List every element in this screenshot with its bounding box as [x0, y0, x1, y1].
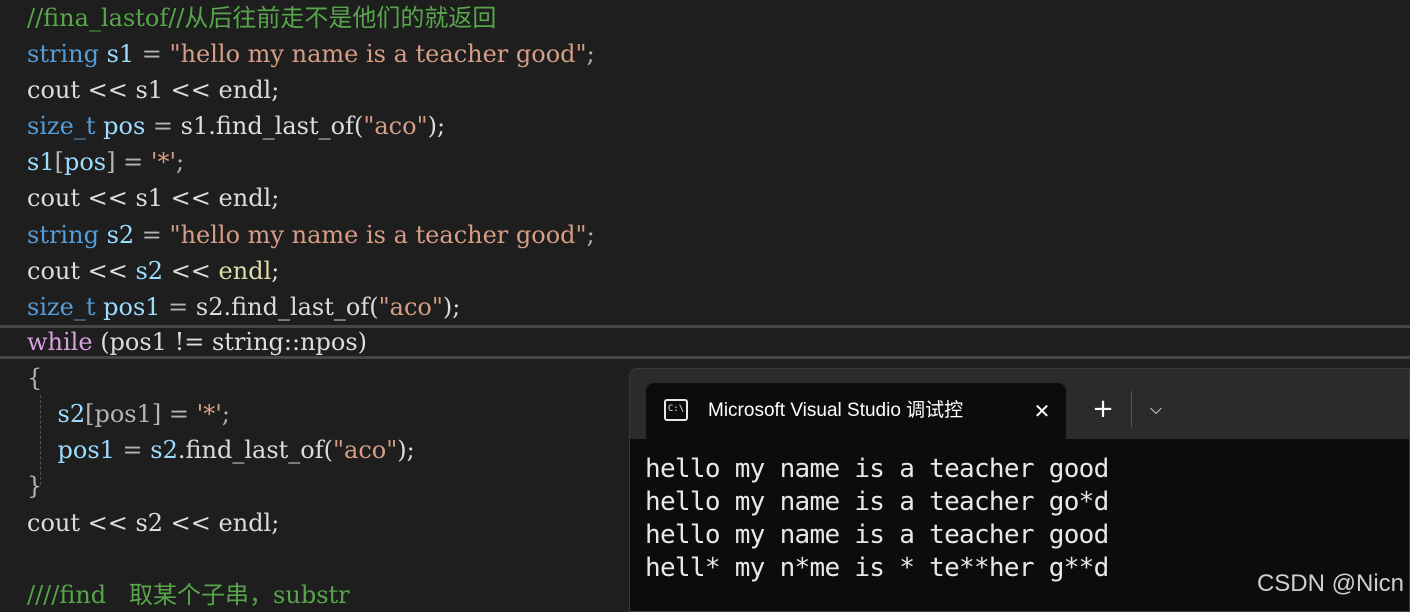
code-token: ); — [442, 293, 461, 321]
code-token: ; — [221, 400, 230, 428]
terminal-tab[interactable]: C:\ Microsoft Visual Studio 调试控 ✕ — [646, 383, 1066, 439]
terminal-output-line: hello my name is a teacher good — [645, 520, 1109, 550]
terminal-output-line: hello my name is a teacher good — [645, 454, 1109, 484]
code-token: .find_last_of( — [177, 436, 333, 464]
code-token: = — [134, 40, 170, 68]
code-token: //fina_lastof//从后往前走不是他们的就返回 — [27, 4, 497, 32]
code-token: s2 — [150, 436, 178, 464]
code-token: ; — [586, 40, 595, 68]
code-token: ); — [427, 112, 446, 140]
code-token: s2 — [106, 221, 135, 249]
code-token: s2 — [135, 257, 164, 285]
code-token: while — [27, 328, 93, 356]
code-token: cout << s2 << endl; — [27, 509, 280, 537]
code-line[interactable]: { — [27, 360, 42, 396]
code-line[interactable]: s2[pos1] = '*'; — [27, 396, 230, 432]
code-line[interactable]: cout << s1 << endl; — [27, 72, 279, 108]
terminal-icon: C:\ — [664, 399, 688, 421]
code-token: s1 — [106, 40, 135, 68]
code-token: = — [160, 293, 196, 321]
code-token: } — [27, 472, 43, 500]
code-token: ); — [397, 436, 415, 464]
code-token: "hello my name is a teacher good" — [169, 40, 587, 68]
code-token: = — [114, 436, 151, 464]
code-token: cout << s1 << endl; — [27, 184, 280, 212]
code-token: pos1 — [57, 436, 115, 464]
code-line[interactable]: size_t pos1 = s2.find_last_of("aco"); — [27, 289, 460, 325]
code-token: ; — [271, 257, 280, 285]
code-line[interactable]: s1[pos] = '*'; — [27, 144, 184, 180]
terminal-output-line: hell* my n*me is * te**her g**d — [645, 553, 1109, 583]
close-icon[interactable]: ✕ — [1028, 397, 1056, 425]
code-token: s2 — [57, 400, 86, 428]
code-token: s1.find_last_of( — [180, 112, 364, 140]
code-token: cout << s1 << endl; — [27, 76, 280, 104]
code-line[interactable]: string s2 = "hello my name is a teacher … — [27, 217, 595, 253]
code-line[interactable]: //fina_lastof//从后往前走不是他们的就返回 — [27, 0, 496, 36]
code-token: pos — [63, 148, 107, 176]
code-token: ; — [176, 148, 185, 176]
code-token: "aco" — [363, 112, 428, 140]
terminal-tab-title: Microsoft Visual Studio 调试控 — [708, 400, 964, 421]
code-line[interactable]: size_t pos = s1.find_last_of("aco"); — [27, 108, 445, 144]
code-line[interactable]: cout << s2 << endl; — [27, 253, 279, 289]
code-token: string — [27, 40, 99, 68]
code-line[interactable]: pos1 = s2.find_last_of("aco"); — [27, 432, 415, 468]
code-token: ; — [586, 221, 595, 249]
code-token: "aco" — [378, 293, 443, 321]
code-token: '*' — [150, 148, 177, 176]
code-line[interactable]: string s1 = "hello my name is a teacher … — [27, 36, 595, 72]
code-token: ] = — [106, 148, 151, 176]
code-token: size_t — [27, 112, 96, 140]
code-token: [pos1] = — [85, 400, 197, 428]
code-token: s1 — [27, 148, 55, 176]
code-token: (pos1 != string::npos) — [92, 328, 368, 356]
code-token: pos1 — [103, 293, 161, 321]
code-token: [ — [54, 148, 64, 176]
code-line[interactable]: } — [27, 468, 42, 504]
code-line[interactable]: cout << s1 << endl; — [27, 180, 279, 216]
code-token: cout << — [27, 257, 136, 285]
terminal-tab-bar: C:\ Microsoft Visual Studio 调试控 ✕ + ⌵ — [630, 369, 1409, 439]
code-token: size_t — [27, 293, 96, 321]
code-token: = — [145, 112, 181, 140]
code-token: endl — [218, 257, 272, 285]
code-token: ////find 取某个子串，substr — [27, 581, 350, 609]
code-token: << — [163, 257, 219, 285]
watermark: CSDN @Nicn — [1256, 570, 1404, 597]
code-token: string — [27, 221, 99, 249]
code-token: { — [27, 364, 43, 392]
code-token: "aco" — [333, 436, 398, 464]
code-token: = — [134, 221, 170, 249]
terminal-output-line: hello my name is a teacher go*d — [645, 487, 1109, 517]
code-line[interactable]: ////find 取某个子串，substr — [27, 577, 350, 612]
chevron-down-icon[interactable]: ⌵ — [1142, 395, 1170, 423]
code-token: '*' — [196, 400, 222, 428]
code-token: pos — [103, 112, 146, 140]
new-tab-button[interactable]: + — [1089, 395, 1117, 423]
code-line[interactable]: cout << s2 << endl; — [27, 505, 279, 541]
code-line[interactable]: while (pos1 != string::npos) — [27, 324, 367, 360]
tab-separator — [1131, 391, 1132, 427]
code-token: "hello my name is a teacher good" — [169, 221, 587, 249]
code-token: s2.find_last_of( — [195, 293, 379, 321]
